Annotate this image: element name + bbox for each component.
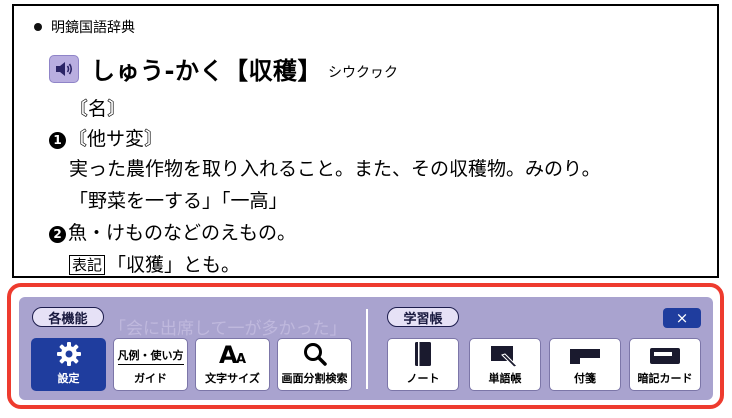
sense-1-number: 1 (49, 132, 66, 149)
note-button[interactable]: ノート (387, 338, 459, 391)
sense-1-category: 〘他サ変〙 (68, 128, 164, 150)
bullet-icon (34, 23, 42, 31)
sense-1-header: 1 〘他サ変〙 (49, 124, 163, 151)
guide-label: ガイド (134, 372, 167, 385)
sense-2-number: 2 (49, 226, 66, 243)
section-divider (366, 309, 368, 389)
ghost-example-text: 「会に出席して一が多かった」 (109, 319, 347, 339)
sticky-note-button[interactable]: 付箋 (549, 338, 621, 391)
hyoki-note: 表記 「収獲」とも。 (69, 250, 240, 277)
headword: しゅう-かく【収穫】 (91, 57, 322, 85)
flashcard-icon (648, 345, 682, 367)
wordbook-icon (490, 341, 520, 367)
sense-1-definition: 実った農作物を取り入れること。また、その収穫物。みのり。 (69, 158, 601, 180)
wordbook-label: 単語帳 (488, 372, 522, 385)
settings-button[interactable]: 設定 (31, 338, 106, 391)
hyoki-label: 表記 (69, 255, 106, 275)
function-toolbar: 「会に出席して一が多かった」 各機能 学習帳 × 設定 凡例・使い方 ガイド A… (19, 297, 713, 400)
study-section-label: 学習帳 (387, 307, 459, 327)
sense-2-definition: 魚・けものなどのえもの。 (68, 222, 297, 244)
sticky-note-label: 付箋 (574, 372, 596, 385)
settings-label: 設定 (57, 372, 80, 385)
magnifier-icon (302, 341, 328, 367)
font-size-button[interactable]: A A 文字サイズ (195, 338, 270, 391)
dictionary-title: 明鏡国語辞典 (34, 17, 135, 37)
flashcard-label: 暗記カード (637, 372, 693, 385)
guide-top-label: 凡例・使い方 (117, 347, 184, 365)
sense-1-example: 「野菜を一する」「一高」 (69, 190, 288, 212)
font-size-label: 文字サイズ (205, 372, 260, 385)
close-icon: × (675, 309, 689, 327)
sense-2: 2 魚・けものなどのえもの。 (49, 218, 296, 245)
notebook-icon (412, 341, 434, 367)
entry-headline: しゅう-かく【収穫】 シウクヮク (49, 51, 398, 86)
guide-button[interactable]: 凡例・使い方 ガイド (113, 338, 188, 391)
dictionary-name: 明鏡国語辞典 (51, 20, 135, 36)
features-section-label: 各機能 (32, 307, 104, 327)
sticky-note-icon (568, 345, 602, 367)
hyoki-text: 「収獲」とも。 (107, 254, 241, 276)
close-button[interactable]: × (663, 308, 701, 328)
split-search-button[interactable]: 画面分割検索 (277, 338, 352, 391)
split-search-label: 画面分割検索 (281, 372, 348, 385)
gear-icon (56, 341, 82, 367)
flashcard-button[interactable]: 暗記カード (629, 338, 701, 391)
wordbook-button[interactable]: 単語帳 (469, 338, 541, 391)
note-label: ノート (406, 372, 440, 385)
svg-text:A: A (236, 352, 246, 367)
font-size-icon: A A (217, 341, 249, 367)
historical-kana: シウクヮク (327, 64, 398, 81)
speaker-icon[interactable] (49, 54, 79, 83)
part-of-speech: 〘名〙 (69, 98, 127, 120)
